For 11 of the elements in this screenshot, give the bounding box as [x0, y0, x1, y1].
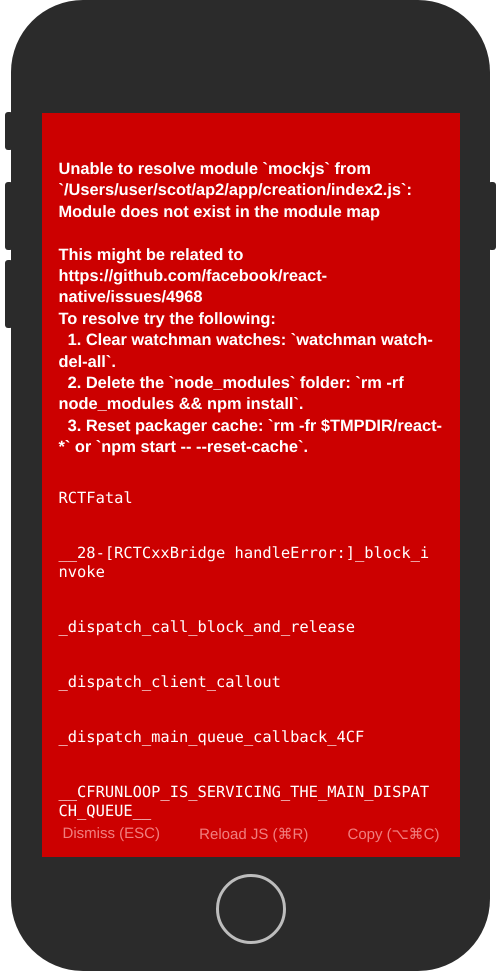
footer-button[interactable]: Reload JS (⌘R)	[197, 820, 310, 847]
stack-frame: _dispatch_call_block_and_release	[58, 618, 430, 637]
stack-frame: _dispatch_client_callout	[58, 672, 430, 692]
footer-button[interactable]: Dismiss (ESC)	[60, 820, 162, 847]
error-message: Unable to resolve module `mockjs` from `/Users/user/scot/ap2/app/creation/index2.js`: Module does not exist in the module map This might be related to https://github.com/facebook/react-native/issues/4968 To resolve try the following: 1. Clear watchman watches: `watchman watch-del-all`. 2. Delete the `node_modules` folder: `rm -rf node_modules && npm install`. 3. Reset packager cache: `rm -fr $TMPDIR/react-*` or `npm start -- --reset-cache`.	[58, 159, 444, 458]
home-button[interactable]	[216, 874, 286, 944]
stack-frame: __CFRUNLOOP_IS_SERVICING_THE_MAIN_DISPATCH_QUEUE__	[58, 782, 430, 821]
stack-frame: RCTFatal	[58, 488, 430, 508]
footer-button[interactable]: Copy (⌥⌘C)	[345, 820, 442, 847]
stack-frame: _dispatch_main_queue_callback_4CF	[58, 728, 430, 747]
stack-frame: __28-[RCTCxxBridge handleError:]_block_invoke	[58, 544, 430, 582]
